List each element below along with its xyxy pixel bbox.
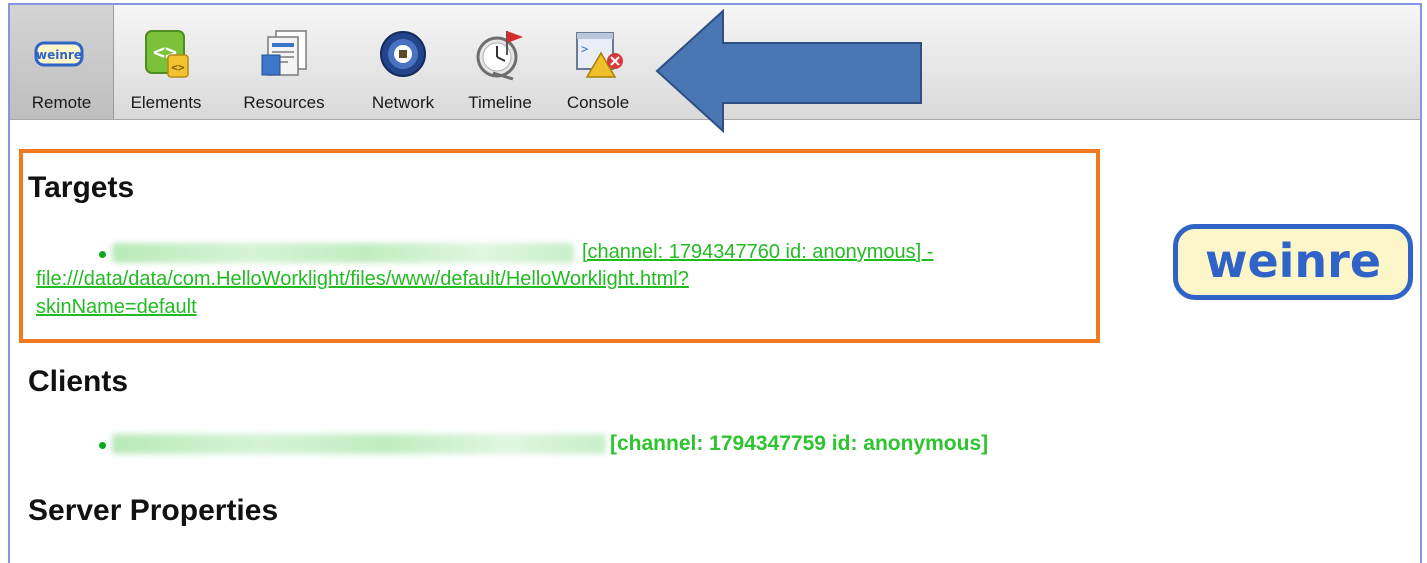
tab-elements-label: Elements xyxy=(130,93,202,112)
elements-code-icon: <> <> xyxy=(140,25,194,83)
tab-resources[interactable]: Resources xyxy=(222,5,346,119)
weinre-window: weinre Remote <> <> Elements Resources N… xyxy=(8,3,1422,563)
client-channel-info: [channel: 1794347759 id: anonymous] xyxy=(610,432,989,455)
resources-documents-icon xyxy=(258,25,312,83)
tab-remote-label: Remote xyxy=(31,93,92,112)
server-properties-title: Server Properties xyxy=(28,494,279,527)
svg-text:>: > xyxy=(581,42,588,56)
annotation-arrow-icon xyxy=(655,9,922,133)
target-bullet xyxy=(99,251,106,258)
targets-title: Targets xyxy=(28,171,135,204)
tab-resources-label: Resources xyxy=(243,93,325,112)
weinre-badge-text: weinre xyxy=(36,48,82,62)
clients-title: Clients xyxy=(28,365,129,398)
redacted-client-name xyxy=(112,434,606,454)
target-url-link-continued[interactable]: skinName=default xyxy=(36,294,197,320)
timeline-stopwatch-icon xyxy=(473,25,527,83)
target-channel-link[interactable]: [channel: 1794347760 id: anonymous] - xyxy=(582,239,933,265)
tab-console[interactable]: > Console xyxy=(550,5,646,119)
client-bullet xyxy=(99,442,106,449)
tab-timeline[interactable]: Timeline xyxy=(453,5,547,119)
weinre-badge-icon: weinre xyxy=(32,25,86,83)
tab-elements[interactable]: <> <> Elements xyxy=(114,5,218,119)
tab-network[interactable]: Network xyxy=(355,5,451,119)
weinre-logo: weinre xyxy=(1173,224,1413,300)
svg-text:<>: <> xyxy=(171,61,185,74)
target-url-link[interactable]: file:///data/data/com.HelloWorklight/fil… xyxy=(36,266,689,292)
tab-console-label: Console xyxy=(566,93,630,112)
console-warning-icon: > xyxy=(571,25,625,83)
redacted-target-name xyxy=(112,243,574,263)
tab-timeline-label: Timeline xyxy=(468,93,532,112)
tab-network-label: Network xyxy=(371,93,435,112)
network-globe-icon xyxy=(376,25,430,83)
tab-remote[interactable]: weinre Remote xyxy=(10,5,114,119)
